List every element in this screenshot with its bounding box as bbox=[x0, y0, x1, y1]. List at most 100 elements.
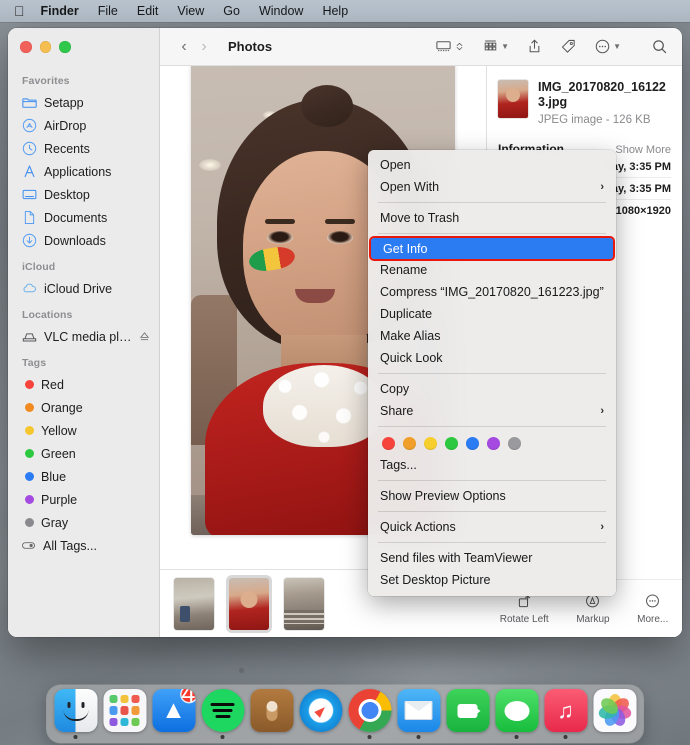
markup-button[interactable]: Markup bbox=[576, 593, 610, 625]
dock-item-finder[interactable] bbox=[54, 689, 98, 739]
sidebar-item-desktop[interactable]: Desktop bbox=[8, 183, 159, 206]
finder-toolbar: ‹ › Photos ▼ ▼ bbox=[160, 28, 682, 66]
forward-button[interactable]: › bbox=[194, 38, 214, 56]
dock-item-facetime[interactable] bbox=[446, 689, 490, 739]
finder-icon bbox=[54, 689, 97, 732]
more-button[interactable]: More... bbox=[637, 593, 668, 625]
menu-item-edit[interactable]: Edit bbox=[137, 4, 159, 18]
minimize-button[interactable] bbox=[39, 41, 51, 53]
sidebar-item-icloud-drive[interactable]: iCloud Drive bbox=[8, 277, 159, 300]
sidebar-item-all-tags[interactable]: All Tags... bbox=[8, 534, 159, 557]
context-menu-item-quick-look[interactable]: Quick Look bbox=[368, 347, 616, 369]
sidebar-item-airdrop[interactable]: AirDrop bbox=[8, 114, 159, 137]
gallery-view-button[interactable] bbox=[435, 38, 465, 55]
dock-item-mail[interactable] bbox=[397, 689, 441, 739]
sidebar-item-tag-yellow[interactable]: Yellow bbox=[8, 419, 159, 442]
search-button[interactable] bbox=[651, 38, 668, 55]
apple-logo-icon[interactable]:  bbox=[14, 4, 25, 18]
context-tag-yellow[interactable] bbox=[424, 437, 437, 450]
context-menu-item-show-preview-options[interactable]: Show Preview Options bbox=[368, 485, 616, 507]
chevron-right-icon: › bbox=[600, 405, 604, 417]
sidebar-item-tag-gray[interactable]: Gray bbox=[8, 511, 159, 534]
sidebar-item-label: Gray bbox=[41, 515, 69, 530]
stepper-icon[interactable] bbox=[454, 38, 465, 55]
context-menu-label: Tags... bbox=[380, 458, 417, 472]
rotate-left-button[interactable]: Rotate Left bbox=[500, 593, 549, 625]
applications-icon bbox=[24, 165, 35, 178]
context-menu-item-rename[interactable]: Rename bbox=[368, 259, 616, 281]
launchpad-icon bbox=[103, 689, 146, 732]
show-more-button[interactable]: Show More bbox=[615, 144, 671, 156]
context-menu-item-get-info[interactable]: Get Info bbox=[369, 236, 615, 261]
context-tag-purple[interactable] bbox=[487, 437, 500, 450]
dock-item-app-store[interactable]: ▲ 4 bbox=[152, 689, 196, 739]
context-menu-label: Move to Trash bbox=[380, 211, 460, 225]
context-menu-item-tags[interactable]: Tags... bbox=[368, 454, 616, 476]
menu-item-finder[interactable]: Finder bbox=[41, 4, 79, 18]
dock-item-photos[interactable] bbox=[593, 689, 637, 739]
dock-item-messages[interactable] bbox=[495, 689, 539, 739]
sidebar-item-tag-blue[interactable]: Blue bbox=[8, 465, 159, 488]
context-tag-blue[interactable] bbox=[466, 437, 479, 450]
sidebar-item-tag-green[interactable]: Green bbox=[8, 442, 159, 465]
dock-item-safari[interactable] bbox=[299, 689, 343, 739]
sidebar-item-vlc-media-player[interactable]: VLC media pla... bbox=[8, 325, 159, 348]
maximize-button[interactable] bbox=[59, 41, 71, 53]
context-menu-item-duplicate[interactable]: Duplicate bbox=[368, 303, 616, 325]
dock-item-music[interactable]: ♫ bbox=[544, 689, 588, 739]
menu-item-go[interactable]: Go bbox=[223, 4, 240, 18]
sidebar-item-tag-purple[interactable]: Purple bbox=[8, 488, 159, 511]
chrome-icon bbox=[348, 689, 391, 732]
context-menu-item-make-alias[interactable]: Make Alias bbox=[368, 325, 616, 347]
dock-item-spotify[interactable] bbox=[201, 689, 245, 739]
thumbnail-2[interactable] bbox=[226, 574, 272, 633]
menu-item-view[interactable]: View bbox=[177, 4, 204, 18]
sidebar-item-applications[interactable]: Applications bbox=[8, 160, 159, 183]
sidebar-item-downloads[interactable]: Downloads bbox=[8, 229, 159, 252]
group-by-button[interactable]: ▼ bbox=[482, 38, 509, 55]
dock-item-podcasts[interactable] bbox=[250, 689, 294, 739]
dock-item-chrome[interactable] bbox=[348, 689, 392, 739]
mail-icon bbox=[397, 689, 440, 732]
context-menu-label: Rename bbox=[380, 263, 428, 277]
context-menu-item-send-files-teamviewer[interactable]: Send files with TeamViewer bbox=[368, 547, 616, 569]
menu-item-window[interactable]: Window bbox=[259, 4, 303, 18]
sidebar-item-label: Blue bbox=[41, 469, 67, 484]
menu-item-help[interactable]: Help bbox=[322, 4, 348, 18]
context-menu-item-share[interactable]: Share › bbox=[368, 400, 616, 422]
photo-lace-collar bbox=[263, 364, 385, 447]
sidebar-item-tag-red[interactable]: Red bbox=[8, 373, 159, 396]
eject-icon[interactable] bbox=[139, 331, 150, 342]
context-tag-gray[interactable] bbox=[508, 437, 521, 450]
info-header: IMG_20170820_161223.jpg JPEG image - 126… bbox=[498, 80, 671, 126]
tag-dot-gray bbox=[25, 518, 34, 527]
thumbnail-3[interactable] bbox=[284, 577, 324, 630]
running-indicator bbox=[416, 735, 421, 739]
context-tag-red[interactable] bbox=[382, 437, 395, 450]
context-menu-item-copy[interactable]: Copy bbox=[368, 378, 616, 400]
context-menu-item-quick-actions[interactable]: Quick Actions › bbox=[368, 516, 616, 538]
tag-dot-yellow bbox=[25, 426, 34, 435]
close-button[interactable] bbox=[20, 41, 32, 53]
sidebar-item-recents[interactable]: Recents bbox=[8, 137, 159, 160]
sidebar-item-tag-orange[interactable]: Orange bbox=[8, 396, 159, 419]
sidebar-item-label: AirDrop bbox=[44, 118, 87, 133]
context-menu-item-open[interactable]: Open bbox=[368, 154, 616, 176]
back-button[interactable]: ‹ bbox=[174, 38, 194, 56]
context-tag-orange[interactable] bbox=[403, 437, 416, 450]
actions-button[interactable]: ▼ bbox=[594, 38, 621, 55]
sidebar-item-setapp[interactable]: Setapp bbox=[8, 91, 159, 114]
share-button[interactable] bbox=[526, 38, 543, 55]
dock-item-launchpad[interactable] bbox=[103, 689, 147, 739]
context-menu-item-set-desktop-picture[interactable]: Set Desktop Picture bbox=[368, 569, 616, 591]
context-menu-item-open-with[interactable]: Open With › bbox=[368, 176, 616, 198]
photo-mouth bbox=[295, 288, 335, 303]
context-menu-item-move-to-trash[interactable]: Move to Trash bbox=[368, 207, 616, 229]
sidebar-item-label: Setapp bbox=[44, 95, 84, 110]
thumbnail-1[interactable] bbox=[174, 577, 214, 630]
tag-button[interactable] bbox=[560, 38, 577, 55]
context-menu-item-compress[interactable]: Compress “IMG_20170820_161223.jpg” bbox=[368, 281, 616, 303]
sidebar-item-documents[interactable]: Documents bbox=[8, 206, 159, 229]
context-tag-green[interactable] bbox=[445, 437, 458, 450]
menu-item-file[interactable]: File bbox=[98, 4, 118, 18]
